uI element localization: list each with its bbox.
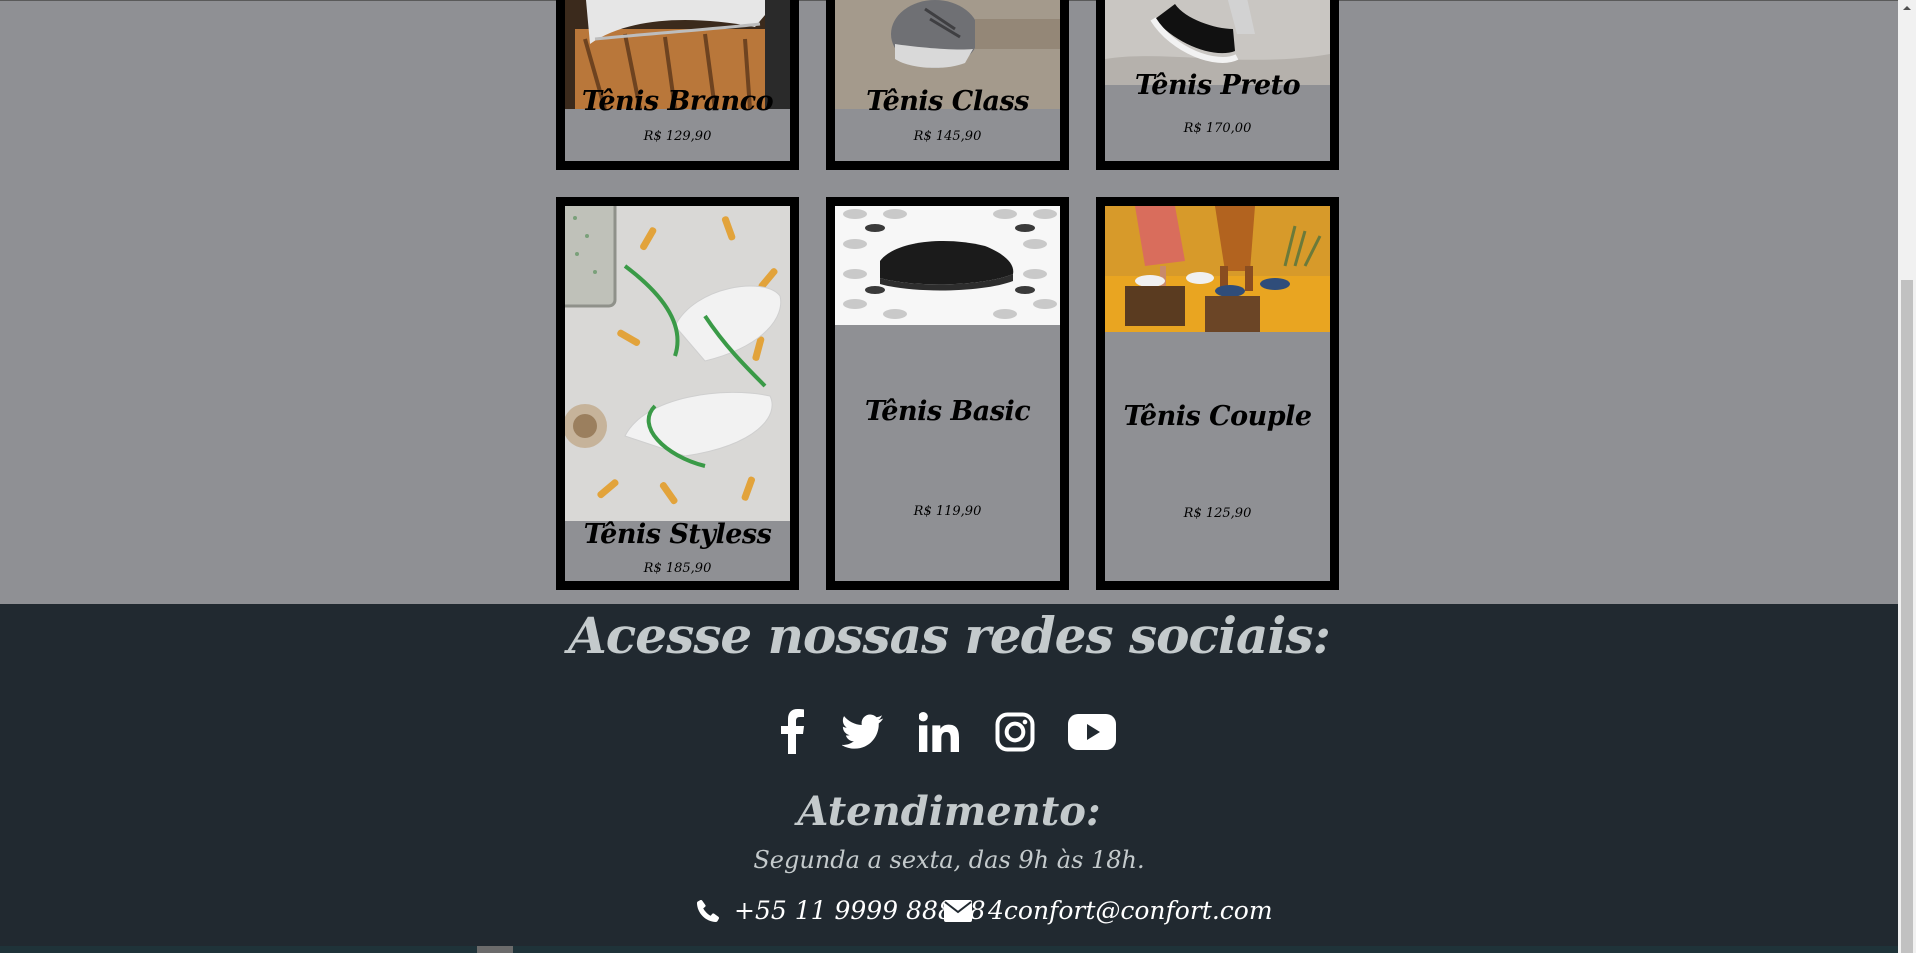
product-card-class[interactable]: Tênis Class R$ 145,90 (826, 0, 1069, 170)
vertical-scroll-thumb[interactable] (1901, 280, 1913, 953)
footer: Acesse nossas redes sociais: Atendimento… (0, 604, 1898, 953)
phone-contact[interactable]: +55 11 9999 88888 (697, 896, 986, 932)
product-card-couple[interactable]: Tênis Couple R$ 125,90 (1096, 197, 1339, 590)
youtube-icon[interactable] (1068, 714, 1116, 754)
product-name: Tênis Styless (583, 519, 772, 550)
scroll-up-arrow-icon[interactable] (1898, 0, 1916, 17)
horizontal-scrollbar[interactable] (0, 946, 1898, 953)
attendance-hours: Segunda a sexta, das 9h às 18h. (753, 846, 1145, 874)
instagram-icon[interactable] (995, 712, 1035, 756)
social-icons (0, 708, 1898, 758)
linkedin-icon[interactable] (918, 712, 959, 756)
product-name: Tênis Basic (864, 396, 1031, 427)
facebook-icon[interactable] (781, 708, 805, 758)
product-card-styless[interactable]: Tênis Styless R$ 185,90 (556, 197, 799, 590)
product-image-couple (1105, 206, 1330, 332)
twitter-icon[interactable] (841, 714, 884, 754)
product-name: Tênis Couple (1123, 401, 1312, 432)
product-price: R$ 129,90 (643, 129, 712, 144)
email-contact[interactable]: 4confort@confort.com (944, 896, 1273, 932)
product-price: R$ 170,00 (1183, 121, 1252, 136)
attendance-title: Atendimento: (797, 788, 1101, 835)
vertical-scrollbar[interactable] (1898, 0, 1916, 953)
product-name: Tênis Branco (581, 86, 774, 117)
product-name: Tênis Preto (1134, 70, 1301, 101)
product-price: R$ 145,90 (913, 129, 982, 144)
envelope-icon (944, 900, 972, 922)
phone-icon (697, 900, 719, 922)
product-price: R$ 125,90 (1183, 506, 1252, 521)
horizontal-scroll-thumb[interactable] (477, 946, 513, 953)
product-card-branco[interactable]: Tênis Branco R$ 129,90 (556, 0, 799, 170)
product-card-basic[interactable]: Tênis Basic R$ 119,90 (826, 197, 1069, 590)
product-image-basic (835, 206, 1060, 325)
email-address: 4confort@confort.com (988, 896, 1273, 925)
product-card-preto[interactable]: Tênis Preto R$ 170,00 (1096, 0, 1339, 170)
product-price: R$ 185,90 (643, 561, 712, 576)
product-price: R$ 119,90 (913, 504, 982, 519)
product-image-styless (565, 206, 790, 521)
social-title: Acesse nossas redes sociais: (568, 606, 1331, 665)
product-name: Tênis Class (866, 86, 1029, 117)
